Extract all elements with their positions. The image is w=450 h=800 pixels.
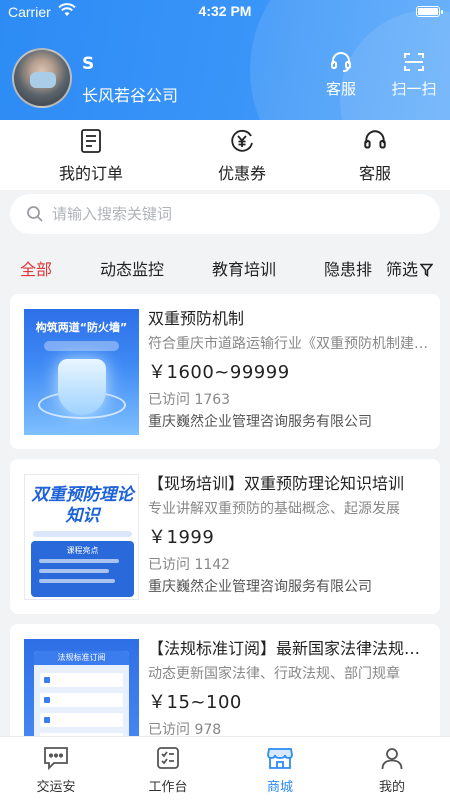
- product-card[interactable]: 构筑两道“防火墙” 双重预防机制 符合重庆市道路运输行业《双重预防机制建设》 ￥…: [10, 294, 440, 449]
- search-icon: [27, 206, 43, 222]
- nav-label: 商城: [266, 780, 293, 795]
- user-name: S: [82, 54, 95, 74]
- scan-label: 扫一扫: [391, 80, 437, 98]
- nav-mine[interactable]: 我的: [336, 745, 448, 795]
- headset-icon: [331, 52, 351, 72]
- visit-count: 已访问 1142: [148, 557, 231, 573]
- customer-service-label: 客服: [325, 80, 356, 98]
- my-orders-label: 我的订单: [58, 164, 123, 183]
- seller-name: 重庆巍然企业管理咨询服务有限公司: [148, 579, 372, 595]
- thumbnail-title: 双重预防理论知识: [31, 485, 134, 526]
- product-description: 动态更新国家法律、行政法规、部门规章: [148, 666, 400, 682]
- coupons-button[interactable]: 优惠券: [182, 128, 302, 184]
- thumbnail-title: 构筑两道“防火墙”: [35, 321, 128, 334]
- scan-icon: [404, 53, 424, 71]
- order-icon: [81, 129, 101, 153]
- headset-icon: [364, 130, 386, 149]
- visit-count: 已访问 978: [148, 722, 222, 736]
- clock: 4:32 PM: [198, 3, 252, 19]
- product-thumbnail: 构筑两道“防火墙”: [24, 309, 139, 435]
- service-button[interactable]: 客服: [315, 128, 435, 184]
- thumbnail-title: 法规标准订阅: [57, 653, 106, 662]
- profile-header: Carrier 4:32 PM S 长风若谷公司 客服 扫一扫: [0, 0, 450, 120]
- tab-dynamic-monitoring[interactable]: 动态监控: [100, 256, 164, 280]
- customer-service-button[interactable]: 客服: [311, 50, 371, 99]
- product-price: ￥15~100: [148, 692, 242, 713]
- bottom-nav: 交运安 工作台 商城 我的: [0, 736, 450, 800]
- quick-menu: 我的订单 优惠券 客服: [0, 120, 450, 190]
- product-title: 【法规标准订阅】最新国家法律法规标准: [148, 639, 428, 658]
- product-description: 专业讲解双重预防的基础概念、起源发展: [148, 501, 400, 517]
- shield-icon: [58, 359, 106, 415]
- product-price: ￥1999: [148, 527, 215, 548]
- tab-hazard-inspection[interactable]: 隐患排: [324, 256, 372, 280]
- filter-button[interactable]: 筛选: [386, 256, 434, 280]
- seller-name: 重庆巍然企业管理咨询服务有限公司: [148, 414, 372, 430]
- product-thumbnail: 双重预防理论知识 课程亮点: [24, 474, 139, 600]
- avatar[interactable]: [12, 48, 72, 108]
- store-icon: [267, 748, 293, 769]
- service-label: 客服: [358, 164, 391, 183]
- user-icon: [381, 748, 403, 770]
- filter-icon: [419, 263, 434, 277]
- nav-workbench[interactable]: 工作台: [112, 745, 224, 795]
- chat-icon: [44, 747, 68, 771]
- product-thumbnail: 法规标准订阅: [24, 639, 139, 736]
- product-price: ￥1600~99999: [148, 362, 290, 383]
- scan-button[interactable]: 扫一扫: [384, 50, 444, 99]
- status-bar: Carrier 4:32 PM: [0, 0, 450, 24]
- product-title: 【现场培训】双重预防理论知识培训: [148, 474, 405, 493]
- checklist-icon: [157, 747, 179, 769]
- my-orders-button[interactable]: 我的订单: [31, 128, 151, 184]
- product-card[interactable]: 双重预防理论知识 课程亮点 【现场培训】双重预防理论知识培训 专业讲解双重预防的…: [10, 459, 440, 614]
- visit-count: 已访问 1763: [148, 392, 231, 408]
- product-description: 符合重庆市道路运输行业《双重预防机制建设》: [148, 336, 428, 352]
- filter-label: 筛选: [386, 260, 419, 279]
- nav-label: 交运安: [36, 780, 76, 795]
- search-bar[interactable]: [10, 194, 440, 234]
- nav-label: 我的: [378, 780, 405, 795]
- product-card[interactable]: 法规标准订阅 【法规标准订阅】最新国家法律法规标准 动态更新国家法律、行政法规、…: [10, 624, 440, 736]
- nav-store[interactable]: 商城: [224, 745, 336, 795]
- company-name: 长风若谷公司: [82, 86, 179, 105]
- product-list: 构筑两道“防火墙” 双重预防机制 符合重庆市道路运输行业《双重预防机制建设》 ￥…: [10, 294, 440, 736]
- nav-label: 工作台: [148, 780, 188, 795]
- thumbnail-panel-title: 课程亮点: [66, 546, 99, 555]
- search-input[interactable]: [52, 202, 422, 226]
- nav-jiaoyunan[interactable]: 交运安: [0, 745, 112, 795]
- tab-scroll-clip: 隐患排: [322, 244, 372, 288]
- category-tabs: 全部 动态监控 教育培训 隐患排 筛选: [0, 244, 450, 288]
- coupon-icon: [231, 129, 253, 152]
- product-title: 双重预防机制: [148, 309, 245, 328]
- coupons-label: 优惠券: [217, 164, 266, 183]
- battery-icon: [416, 6, 443, 17]
- tab-education-training[interactable]: 教育培训: [212, 256, 276, 280]
- tab-all[interactable]: 全部: [20, 256, 52, 280]
